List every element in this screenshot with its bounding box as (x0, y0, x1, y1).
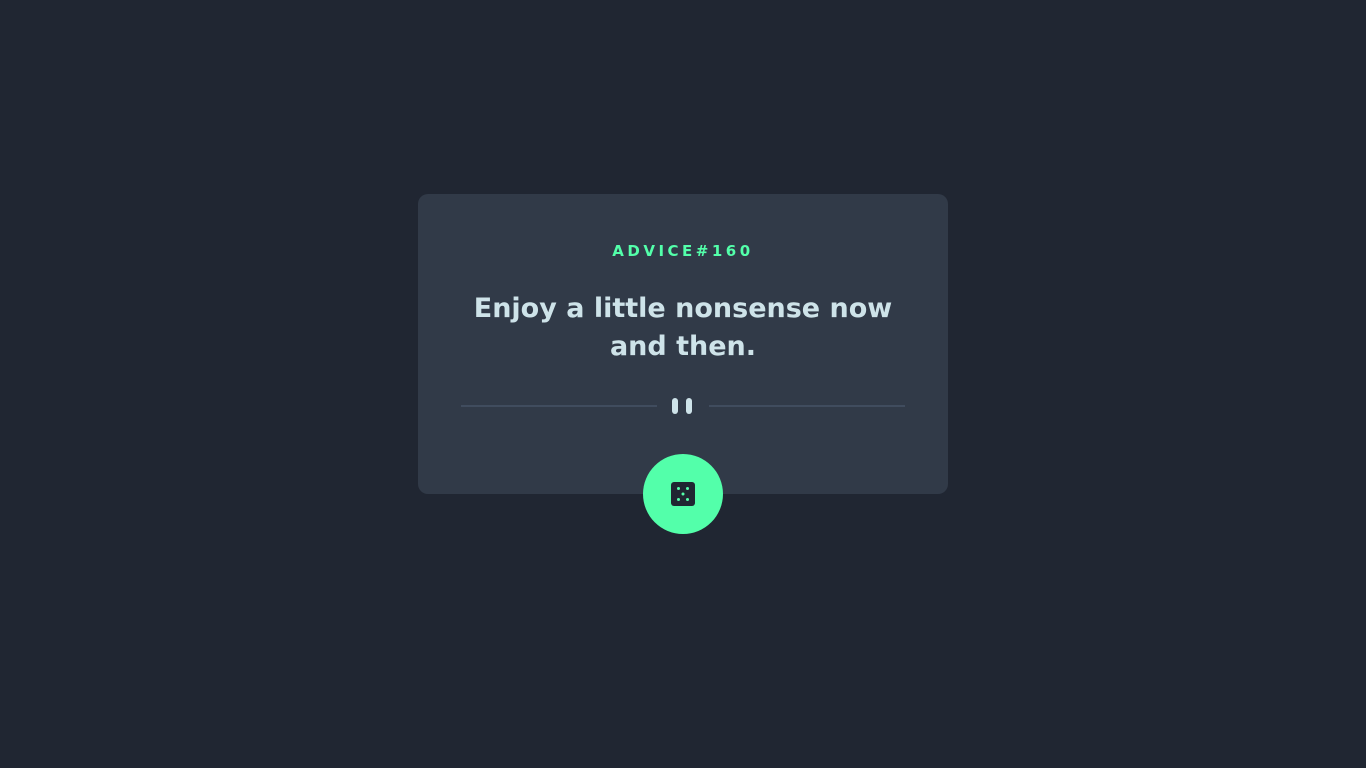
page: ADVICE#160 Enjoy a little nonsense now a… (0, 0, 1366, 768)
divider-line-right (709, 405, 905, 407)
advice-number: ADVICE#160 (612, 242, 754, 260)
pause-icon (672, 398, 692, 414)
new-advice-button[interactable] (643, 454, 723, 534)
advice-text: Enjoy a little nonsense now and then. (473, 293, 893, 362)
dice-icon (671, 482, 695, 506)
advice-card: ADVICE#160 Enjoy a little nonsense now a… (418, 194, 948, 494)
divider-line-left (461, 405, 657, 407)
pattern-divider (461, 398, 905, 414)
